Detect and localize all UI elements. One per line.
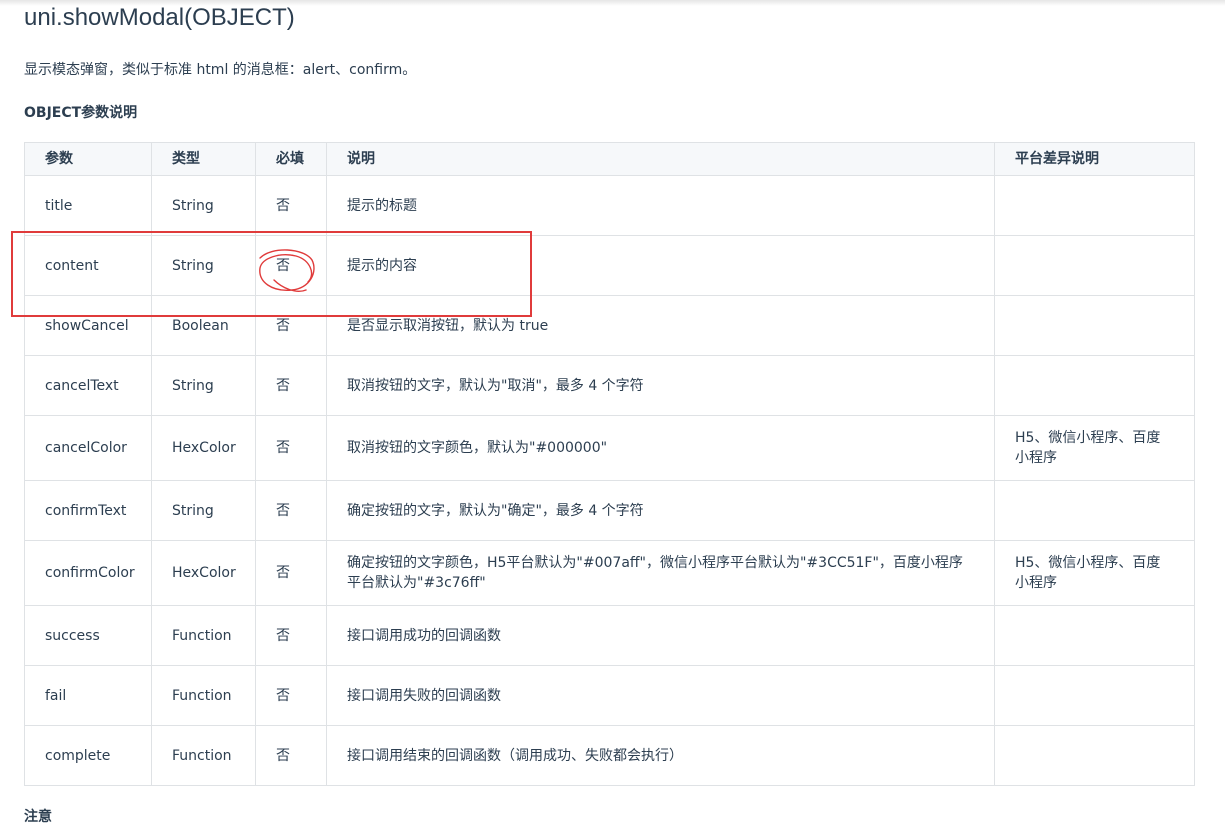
table-row: cancelColor HexColor 否 取消按钮的文字颜色，默认为"#00… xyxy=(24,415,1195,481)
header-type: 类型 xyxy=(151,142,256,176)
table-row: complete Function 否 接口调用结束的回调函数（调用成功、失败都… xyxy=(24,725,1195,786)
params-heading: OBJECT参数说明 xyxy=(24,105,138,121)
table-row: success Function 否 接口调用成功的回调函数 xyxy=(24,605,1195,666)
header-description: 说明 xyxy=(326,142,995,176)
cell-type: String xyxy=(151,235,256,296)
cell-required: 否 xyxy=(255,480,327,541)
cell-type: String xyxy=(151,480,256,541)
header-param: 参数 xyxy=(24,142,152,176)
cell-description: 接口调用成功的回调函数 xyxy=(326,605,995,666)
table-row: confirmText String 否 确定按钮的文字，默认为"确定"，最多 … xyxy=(24,480,1195,541)
table-row: showCancel Boolean 否 是否显示取消按钮，默认为 true xyxy=(24,295,1195,356)
cell-required: 否 xyxy=(255,235,327,296)
cell-param: confirmText xyxy=(24,480,152,541)
params-table: 参数 类型 必填 说明 平台差异说明 title String 否 提示的标题 … xyxy=(24,142,1195,786)
cell-param: cancelText xyxy=(24,355,152,416)
cell-param: fail xyxy=(24,665,152,726)
cell-description: 确定按钮的文字，默认为"确定"，最多 4 个字符 xyxy=(326,480,995,541)
cell-required: 否 xyxy=(255,415,327,481)
cell-platform: H5、微信小程序、百度小程序 xyxy=(994,540,1195,606)
cell-param: showCancel xyxy=(24,295,152,356)
cell-description: 确定按钮的文字颜色，H5平台默认为"#007aff"，微信小程序平台默认为"#3… xyxy=(326,540,995,606)
cell-type: String xyxy=(151,355,256,416)
table-row: cancelText String 否 取消按钮的文字，默认为"取消"，最多 4… xyxy=(24,355,1195,416)
cell-param: content xyxy=(24,235,152,296)
cell-platform xyxy=(994,480,1195,541)
cell-param: confirmColor xyxy=(24,540,152,606)
cell-description: 是否显示取消按钮，默认为 true xyxy=(326,295,995,356)
cell-platform: H5、微信小程序、百度小程序 xyxy=(994,415,1195,481)
cell-type: HexColor xyxy=(151,415,256,481)
header-platform: 平台差异说明 xyxy=(994,142,1195,176)
cell-type: Function xyxy=(151,665,256,726)
cell-type: String xyxy=(151,175,256,236)
cell-param: cancelColor xyxy=(24,415,152,481)
page-description: 显示模态弹窗，类似于标准 html 的消息框：alert、confirm。 xyxy=(24,62,417,78)
cell-required: 否 xyxy=(255,175,327,236)
cell-platform xyxy=(994,235,1195,296)
cell-type: Function xyxy=(151,725,256,786)
table-row: title String 否 提示的标题 xyxy=(24,175,1195,236)
cell-param: complete xyxy=(24,725,152,786)
cell-type: HexColor xyxy=(151,540,256,606)
cell-required: 否 xyxy=(255,605,327,666)
cell-required: 否 xyxy=(255,665,327,726)
table-row: content String 否 提示的内容 xyxy=(24,235,1195,296)
cell-description: 提示的标题 xyxy=(326,175,995,236)
page-title: uni.showModal(OBJECT) xyxy=(24,4,295,31)
cell-required: 否 xyxy=(255,295,327,356)
cell-description: 接口调用失败的回调函数 xyxy=(326,665,995,726)
notes-heading: 注意 xyxy=(24,809,52,825)
cell-required: 否 xyxy=(255,540,327,606)
cell-platform xyxy=(994,355,1195,416)
cell-required: 否 xyxy=(255,725,327,786)
cell-type: Boolean xyxy=(151,295,256,356)
table-row: confirmColor HexColor 否 确定按钮的文字颜色，H5平台默认… xyxy=(24,540,1195,606)
header-required: 必填 xyxy=(255,142,327,176)
cell-platform xyxy=(994,605,1195,666)
table-header-row: 参数 类型 必填 说明 平台差异说明 xyxy=(24,142,1195,176)
table-row: fail Function 否 接口调用失败的回调函数 xyxy=(24,665,1195,726)
cell-platform xyxy=(994,295,1195,356)
cell-description: 取消按钮的文字，默认为"取消"，最多 4 个字符 xyxy=(326,355,995,416)
cell-description: 提示的内容 xyxy=(326,235,995,296)
cell-platform xyxy=(994,725,1195,786)
cell-param: title xyxy=(24,175,152,236)
cell-platform xyxy=(994,175,1195,236)
cell-required: 否 xyxy=(255,355,327,416)
cell-description: 取消按钮的文字颜色，默认为"#000000" xyxy=(326,415,995,481)
cell-type: Function xyxy=(151,605,256,666)
cell-param: success xyxy=(24,605,152,666)
cell-description: 接口调用结束的回调函数（调用成功、失败都会执行） xyxy=(326,725,995,786)
cell-platform xyxy=(994,665,1195,726)
